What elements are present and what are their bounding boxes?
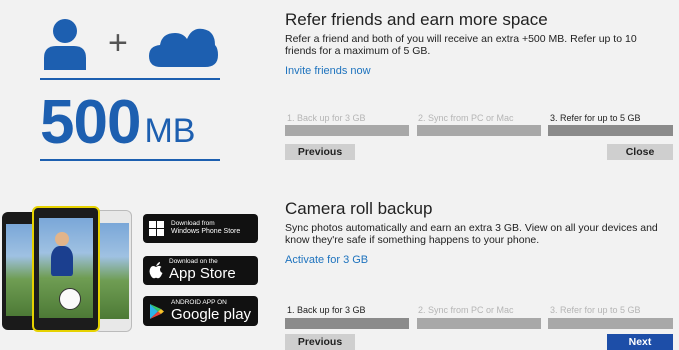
person-icon: [42, 18, 88, 70]
app-store-badge[interactable]: Download on the App Store: [143, 256, 258, 285]
phone-front-yellow: [32, 206, 100, 332]
google-play-badge[interactable]: ANDROID APP ON Google play: [143, 296, 258, 326]
refer-step-3-label: 3. Refer for up to 5 GB: [550, 113, 641, 123]
refer-step-3-bar: [548, 125, 673, 136]
camera-next-button[interactable]: Next: [607, 334, 673, 350]
google-play-large-text: Google play: [171, 305, 252, 323]
activate-camera-link[interactable]: Activate for 3 GB: [285, 254, 368, 266]
plus-sign: +: [108, 24, 128, 62]
camera-step-2-bar: [417, 318, 541, 329]
google-play-icon: [150, 303, 164, 319]
refer-previous-button[interactable]: Previous: [285, 144, 355, 160]
camera-step-1-label: 1. Back up for 3 GB: [287, 305, 366, 315]
windows-store-large-text: Windows Phone Store: [171, 228, 241, 236]
refer-step-2-bar: [417, 125, 541, 136]
divider-line: [40, 78, 220, 80]
phones-illustration: [2, 206, 134, 334]
storage-number: 500: [40, 88, 141, 157]
app-store-large-text: App Store: [169, 265, 236, 283]
refer-step-1-bar: [285, 125, 409, 136]
invite-friends-link[interactable]: Invite friends now: [285, 65, 371, 77]
camera-step-3-label: 3. Refer for up to 5 GB: [550, 305, 641, 315]
divider-line-bottom: [40, 159, 220, 161]
refer-title: Refer friends and earn more space: [285, 10, 548, 29]
camera-description: Sync photos automatically and earn an ex…: [285, 222, 658, 246]
windows-logo-icon: [149, 220, 164, 236]
camera-previous-button[interactable]: Previous: [285, 334, 355, 350]
windows-store-badge[interactable]: Download from Windows Phone Store: [143, 214, 258, 243]
storage-amount: 500 MB: [40, 92, 195, 154]
refer-description: Refer a friend and both of you will rece…: [285, 33, 637, 57]
storage-unit: MB: [144, 112, 196, 150]
camera-step-1-bar: [285, 318, 409, 329]
camera-step-3-bar: [548, 318, 673, 329]
camera-step-2-label: 2. Sync from PC or Mac: [418, 305, 514, 315]
cloud-icon: [147, 25, 219, 69]
refer-close-button[interactable]: Close: [607, 144, 673, 160]
refer-step-1-label: 1. Back up for 3 GB: [287, 113, 366, 123]
apple-logo-icon: [149, 262, 163, 279]
refer-step-2-label: 2. Sync from PC or Mac: [418, 113, 514, 123]
windows-store-small-text: Download from: [171, 220, 215, 228]
camera-title: Camera roll backup: [285, 199, 433, 218]
